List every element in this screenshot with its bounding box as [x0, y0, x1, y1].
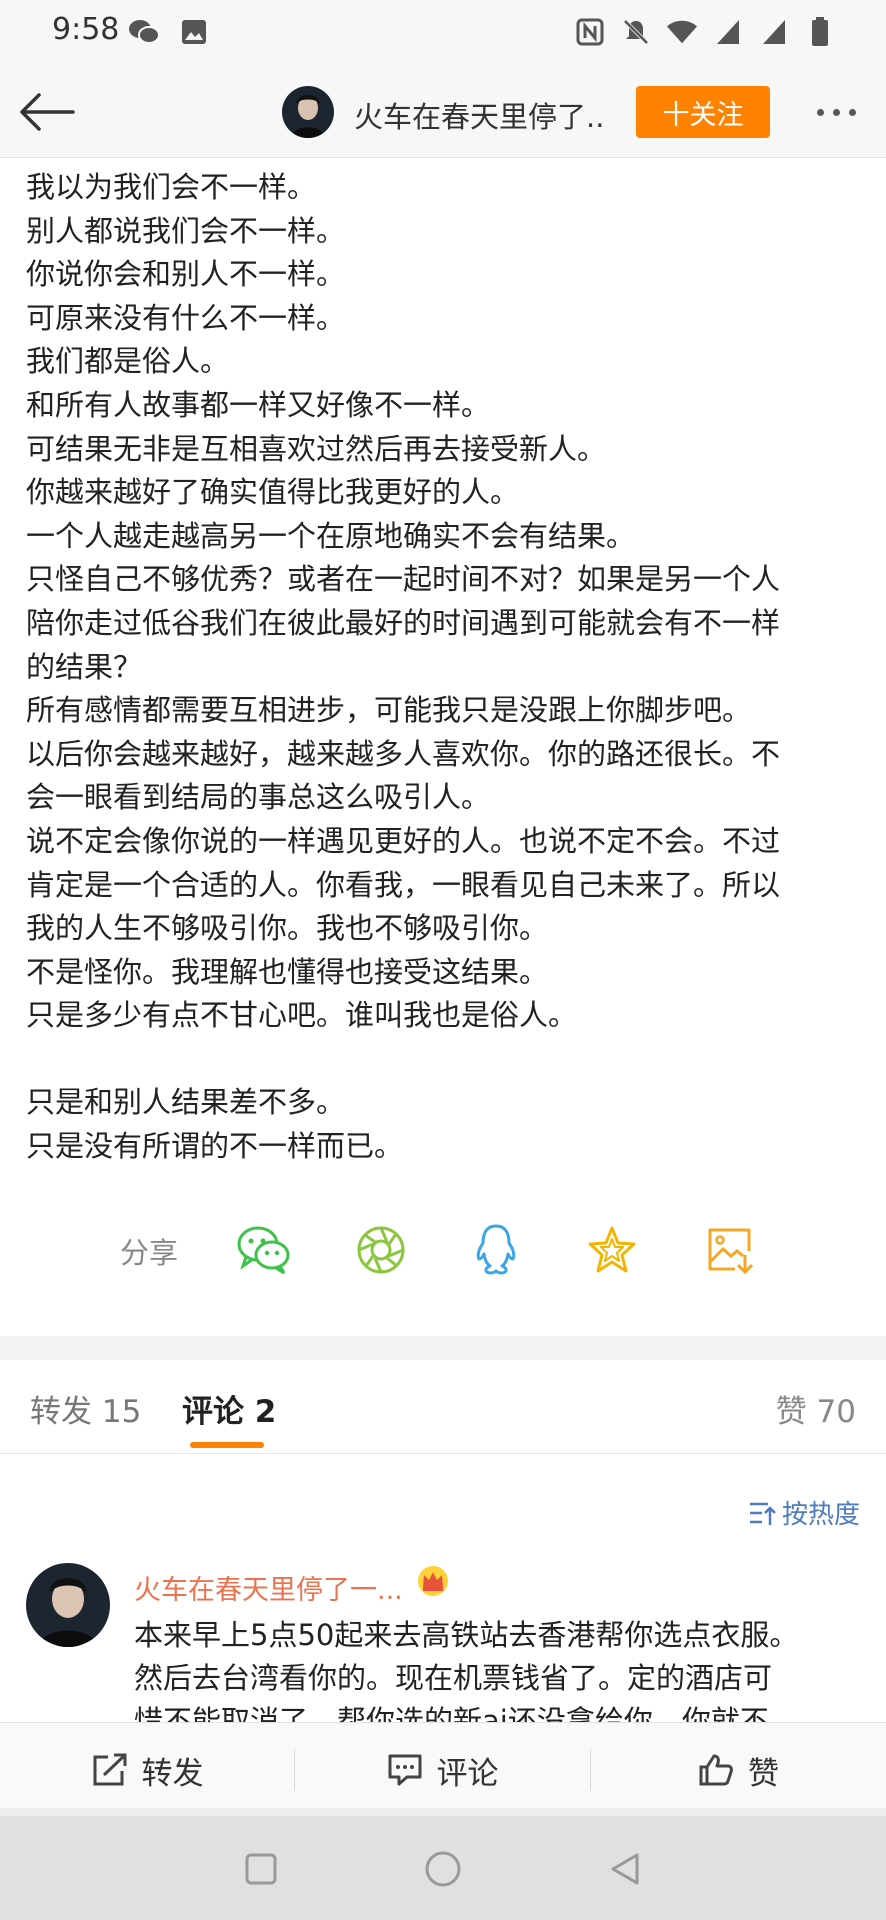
post-line: 肯定是一个合适的人。你看我，一眼看见自己未来了。所以	[26, 867, 781, 902]
status-time: 9:58	[52, 12, 120, 47]
share-moments-button[interactable]	[353, 1222, 409, 1278]
author-avatar[interactable]	[282, 86, 334, 138]
battery-icon	[804, 16, 836, 48]
post-line: 陪你走过低谷我们在彼此最好的时间遇到可能就会有不一样	[26, 605, 781, 640]
like-label: 赞	[748, 1755, 779, 1792]
share-row: 分享	[0, 1222, 886, 1282]
comment-button[interactable]: 评论	[295, 1723, 590, 1817]
tab-reposts[interactable]: 转发 15	[30, 1386, 141, 1431]
repost-icon	[93, 1753, 126, 1786]
system-icons	[574, 16, 836, 48]
post-line: 我的人生不够吸引你。我也不够吸引你。	[26, 911, 549, 946]
moments-icon	[357, 1226, 405, 1274]
comment-label: 评论	[436, 1755, 499, 1792]
post-line: 说不定会像你说的一样遇见更好的人。也说不定不会。不过	[26, 823, 781, 858]
more-dot-icon	[832, 108, 840, 116]
nfc-icon	[574, 16, 606, 48]
paragraph-break	[26, 1038, 866, 1082]
post-line: 我以为我们会不一样。	[26, 170, 317, 204]
follow-button[interactable]: 十关注	[636, 86, 770, 138]
repost-button[interactable]: 转发	[0, 1723, 295, 1817]
share-qq-button[interactable]	[468, 1222, 524, 1278]
author-name[interactable]: 火车在春天里停了...	[354, 94, 604, 136]
repost-label: 转发	[141, 1755, 204, 1792]
wechat-icon	[128, 16, 160, 48]
system-navigation-bar	[0, 1816, 886, 1920]
commenter-name[interactable]: 火车在春天里停了一...	[134, 1568, 403, 1607]
more-options-button[interactable]	[806, 88, 866, 136]
like-button[interactable]: 赞	[591, 1723, 886, 1817]
back-arrow-icon	[20, 93, 75, 131]
more-dot-icon	[848, 108, 856, 116]
more-dot-icon	[816, 108, 824, 116]
status-bar: 9:58	[0, 0, 886, 66]
post-line: 别人都说我们会不一样。	[26, 213, 346, 248]
wifi-icon	[666, 16, 698, 48]
post-line: 只是和别人结果差不多。	[26, 1085, 346, 1120]
scroll-overflow-strip	[0, 1808, 886, 1816]
sort-icon	[749, 1502, 776, 1525]
back-button[interactable]	[18, 86, 76, 138]
post-line: 所有感情都需要互相进步，可能我只是没跟上你脚步吧。	[26, 693, 752, 728]
bottom-action-bar: 转发 评论 赞	[0, 1722, 886, 1816]
post-line: 一个人越走越高另一个在原地确实不会有结果。	[26, 518, 636, 553]
post-line: 你越来越好了确实值得比我更好的人。	[26, 475, 520, 510]
save-image-icon	[708, 1228, 754, 1275]
qq-icon	[476, 1224, 516, 1275]
post-line: 不是怪你。我理解也懂得也接受这结果。	[26, 954, 549, 989]
post-header: 火车在春天里停了... 十关注	[0, 66, 886, 158]
post-line: 只怪自己不够优秀？或者在一起时间不对？如果是另一个人	[26, 562, 781, 597]
post-line: 会一眼看到结局的事总这么吸引人。	[26, 780, 491, 815]
crown-badge-icon	[416, 1564, 450, 1598]
comment-icon	[388, 1754, 421, 1786]
active-tab-indicator	[190, 1442, 264, 1448]
share-label: 分享	[120, 1236, 179, 1270]
notification-icons	[128, 16, 210, 48]
gallery-icon	[178, 16, 210, 48]
post-line: 可结果无非是互相喜欢过然后再去接受新人。	[26, 431, 607, 466]
post-line: 我们都是俗人。	[26, 344, 230, 379]
comment-line: 本来早上5点50起来去高铁站去香港帮你选点衣服。	[134, 1618, 799, 1652]
home-button[interactable]	[420, 1846, 466, 1892]
mute-icon	[620, 16, 652, 48]
signal-icon	[712, 16, 744, 48]
post-line: 可原来没有什么不一样。	[26, 300, 346, 335]
favorite-button[interactable]	[584, 1222, 640, 1278]
tab-comments[interactable]: 评论 2	[182, 1386, 276, 1431]
section-divider	[0, 1336, 886, 1360]
sort-label: 按热度	[781, 1500, 860, 1530]
recents-button[interactable]	[238, 1846, 284, 1892]
wechat-icon	[237, 1226, 290, 1275]
triangle-back-icon	[611, 1853, 639, 1885]
circle-icon	[425, 1851, 461, 1887]
sort-by-hot-button[interactable]: 按热度	[748, 1494, 860, 1531]
back-nav-button[interactable]	[602, 1846, 648, 1892]
favorite-star-icon	[588, 1226, 636, 1273]
square-icon	[245, 1853, 277, 1885]
thumbs-up-icon	[699, 1754, 733, 1786]
share-wechat-button[interactable]	[236, 1222, 292, 1278]
post-line: 只是多少有点不甘心吧。谁叫我也是俗人。	[26, 998, 578, 1033]
post-content: 我以为我们会不一样。 别人都说我们会不一样。 你说你会和别人不一样。 可原来没有…	[26, 166, 866, 1169]
tab-likes[interactable]: 赞 70	[776, 1386, 856, 1431]
post-line: 只是没有所谓的不一样而已。	[26, 1129, 404, 1164]
post-line: 以后你会越来越好，越来越多人喜欢你。你的路还很长。不	[26, 736, 781, 771]
commenter-avatar[interactable]	[26, 1563, 110, 1647]
comment-line: 然后去台湾看你的。现在机票钱省了。定的酒店可	[134, 1661, 773, 1695]
save-image-button[interactable]	[702, 1222, 758, 1278]
post-line: 的结果？	[26, 649, 143, 684]
signal-icon	[758, 16, 790, 48]
post-line: 和所有人故事都一样又好像不一样。	[26, 387, 491, 422]
post-line: 你说你会和别人不一样。	[26, 257, 346, 292]
interaction-tabs: 转发 15 评论 2 赞 70	[0, 1360, 886, 1454]
